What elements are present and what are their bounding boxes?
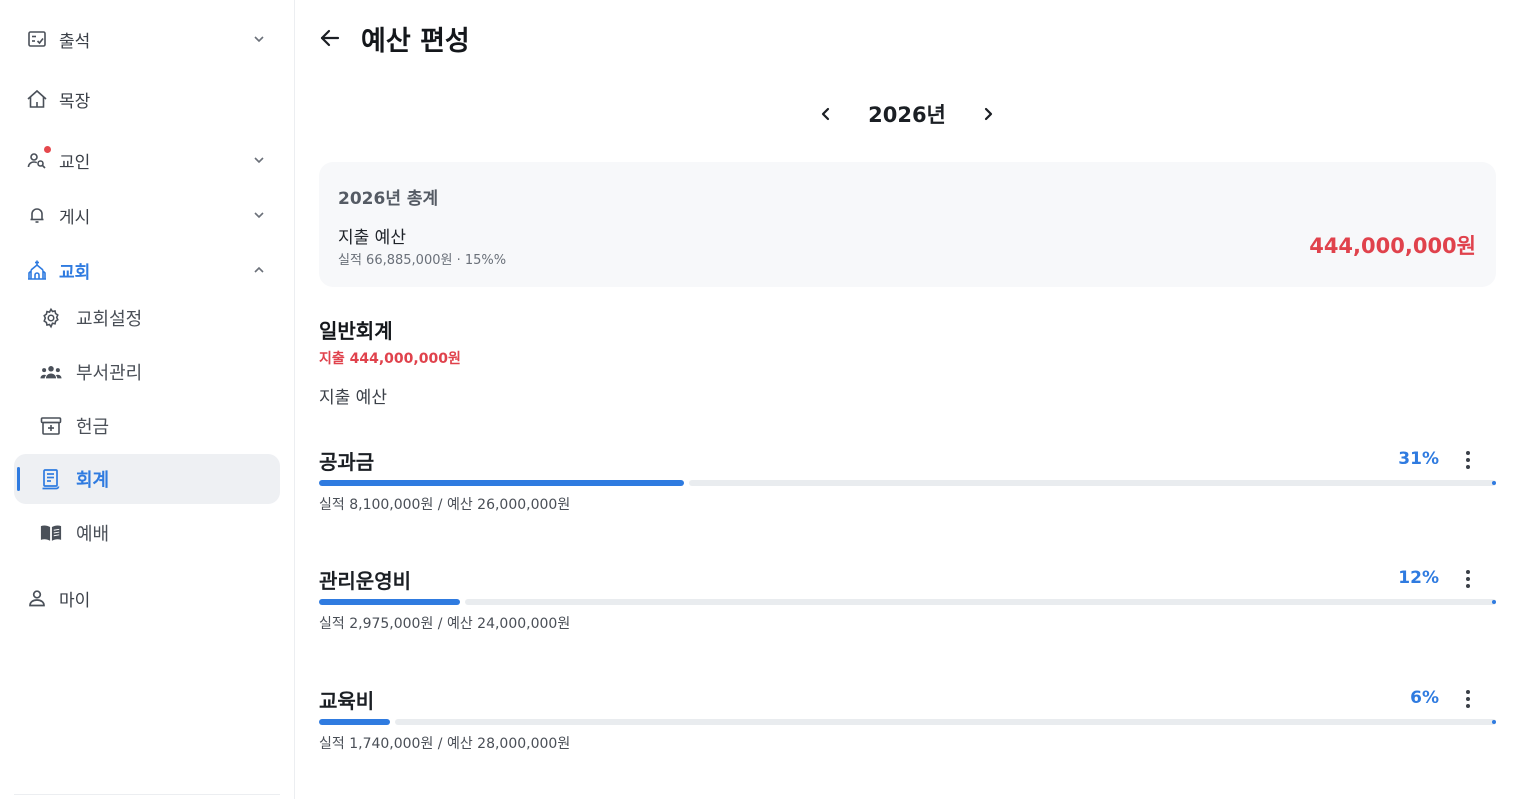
sidebar-item-label: 게시 xyxy=(59,207,91,228)
progress-fill xyxy=(319,599,460,605)
progress-fill xyxy=(319,480,684,486)
sidebar-item-board[interactable]: 게시 xyxy=(14,190,280,240)
sidebar-item-label: 교회 xyxy=(59,262,91,283)
person-icon xyxy=(26,587,48,609)
ledger-icon xyxy=(40,468,62,490)
sidebar-item-accounting[interactable]: 회계 xyxy=(14,454,280,504)
sidebar-item-label: 헌금 xyxy=(76,417,110,438)
budget-item-detail: 실적 1,740,000원 / 예산 28,000,000원 xyxy=(319,736,571,752)
chevron-down-icon xyxy=(252,32,266,46)
back-button[interactable] xyxy=(316,24,344,52)
sidebar-item-offering[interactable]: 헌금 xyxy=(14,401,280,451)
bell-icon xyxy=(26,204,48,226)
offering-box-icon xyxy=(40,415,62,437)
member-search-icon xyxy=(26,146,51,171)
sidebar-item-label: 예배 xyxy=(76,524,110,545)
budget-item-name: 관리운영비 xyxy=(319,569,411,593)
progress-end-dot xyxy=(1492,720,1496,724)
budget-item-name: 교육비 xyxy=(319,689,375,713)
progress-bar xyxy=(319,719,1496,725)
more-menu-button[interactable] xyxy=(1458,566,1478,592)
progress-fill xyxy=(319,719,390,725)
section-label: 지출 예산 xyxy=(319,388,387,408)
chevron-up-icon xyxy=(252,263,266,277)
summary-card: 2026년 총계 지출 예산 실적 66,885,000원 · 15%% 444… xyxy=(319,162,1496,287)
progress-bar xyxy=(319,480,1496,486)
year-navigator: 2026년 xyxy=(0,96,1520,132)
budget-item-detail: 실적 2,975,000원 / 예산 24,000,000원 xyxy=(319,616,571,632)
progress-track xyxy=(465,599,1496,605)
summary-title: 2026년 총계 xyxy=(338,189,439,209)
church-icon xyxy=(26,259,48,281)
budget-item-detail: 실적 8,100,000원 / 예산 26,000,000원 xyxy=(319,497,571,513)
chevron-down-icon xyxy=(252,208,266,222)
sidebar-item-label: 마이 xyxy=(59,590,91,611)
sidebar-item-label: 교인 xyxy=(59,152,91,173)
notification-dot xyxy=(44,146,51,153)
next-year-button[interactable] xyxy=(976,102,1000,126)
sidebar-item-label: 교회설정 xyxy=(76,309,143,330)
progress-end-dot xyxy=(1492,600,1496,604)
chevron-right-icon xyxy=(984,107,993,121)
kebab-menu-icon xyxy=(1466,451,1470,469)
sidebar-item-worship[interactable]: 예배 xyxy=(14,508,280,558)
budget-item: 관리운영비 12% 실적 2,975,000원 / 예산 24,000,000원 xyxy=(319,565,1496,655)
sidebar-item-attendance[interactable]: 출석 xyxy=(14,14,280,64)
sidebar-item-my[interactable]: 마이 xyxy=(14,573,280,623)
prev-year-button[interactable] xyxy=(814,102,838,126)
summary-actual: 실적 66,885,000원 · 15%% xyxy=(338,253,507,268)
sidebar-item-church-settings[interactable]: 교회설정 xyxy=(14,293,280,343)
chevron-down-icon xyxy=(252,153,266,167)
progress-bar xyxy=(319,599,1496,605)
progress-end-dot xyxy=(1492,481,1496,485)
budget-item: 교육비 6% 실적 1,740,000원 / 예산 28,000,000원 xyxy=(319,685,1496,775)
sidebar-item-members[interactable]: 교인 xyxy=(14,135,280,185)
progress-track xyxy=(689,480,1496,486)
sidebar-item-label: 부서관리 xyxy=(76,363,143,384)
kebab-menu-icon xyxy=(1466,690,1470,708)
gear-icon xyxy=(40,307,62,329)
attendance-icon xyxy=(26,28,48,50)
kebab-menu-icon xyxy=(1466,570,1470,588)
year-label: 2026년 xyxy=(868,103,946,127)
sidebar-item-church[interactable]: 교회 xyxy=(14,245,280,295)
group-title: 일반회계 xyxy=(319,319,393,343)
budget-item-percent: 12% xyxy=(1398,568,1439,588)
summary-amount: 444,000,000원 xyxy=(1309,234,1476,258)
progress-track xyxy=(395,719,1496,725)
book-icon xyxy=(40,522,62,544)
summary-label: 지출 예산 xyxy=(338,228,406,248)
group-icon xyxy=(40,361,62,383)
sidebar-item-label: 회계 xyxy=(76,470,110,491)
app-root: 출석 목장 교인 게시 교회 교회설정 부서관리 헌금 회계 예배 마이 예산 … xyxy=(0,0,1520,799)
arrow-left-icon xyxy=(320,29,340,47)
group-total: 지출 444,000,000원 xyxy=(319,351,461,367)
page-title: 예산 편성 xyxy=(361,26,470,57)
budget-item-percent: 6% xyxy=(1410,688,1439,708)
sidebar-item-label: 출석 xyxy=(59,31,91,52)
chevron-left-icon xyxy=(821,107,830,121)
budget-item-name: 공과금 xyxy=(319,450,375,474)
more-menu-button[interactable] xyxy=(1458,447,1478,473)
budget-item-percent: 31% xyxy=(1398,449,1439,469)
more-menu-button[interactable] xyxy=(1458,686,1478,712)
sidebar-item-departments[interactable]: 부서관리 xyxy=(14,347,280,397)
budget-item: 공과금 31% 실적 8,100,000원 / 예산 26,000,000원 xyxy=(319,446,1496,536)
